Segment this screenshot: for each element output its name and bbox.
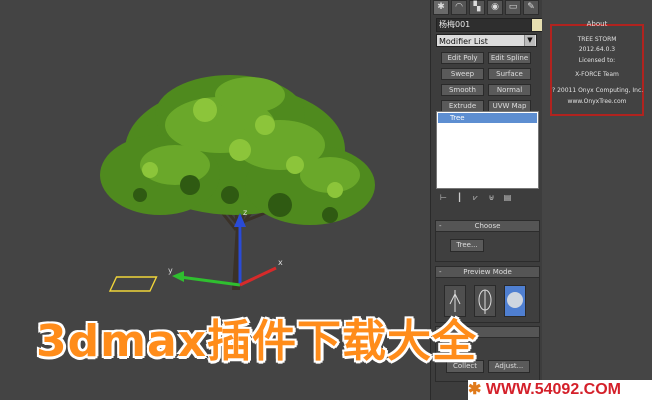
hierarchy-tab-icon[interactable]: ▚ bbox=[469, 0, 485, 15]
about-title: About bbox=[586, 20, 608, 28]
about-copyright: ? 20011 Onyx Computing, Inc. bbox=[552, 87, 644, 94]
configure-sets-icon[interactable]: ▤ bbox=[503, 193, 512, 203]
pin-stack-icon[interactable]: ⊢ bbox=[439, 193, 448, 203]
display-tab-icon[interactable]: ▭ bbox=[505, 0, 521, 15]
normal-button[interactable]: Normal bbox=[488, 84, 531, 96]
about-licensee: X-FORCE Team bbox=[575, 71, 619, 78]
about-version: 2012.64.0.3 bbox=[578, 46, 616, 53]
object-name-field[interactable]: 杨梅001 bbox=[436, 18, 532, 32]
preview-full-icon[interactable] bbox=[504, 285, 526, 317]
edit-poly-button[interactable]: Edit Poly bbox=[441, 52, 484, 64]
show-end-result-icon[interactable]: ┃ bbox=[455, 193, 464, 203]
surface-button[interactable]: Surface bbox=[488, 68, 531, 80]
about-website: www.OnyxTree.com bbox=[567, 98, 627, 105]
chevron-down-icon[interactable]: ▼ bbox=[524, 35, 535, 46]
watermark-title: 3dmax插件下载大全 bbox=[36, 316, 478, 367]
modify-tab-icon[interactable]: ◠ bbox=[451, 0, 467, 15]
utilities-tab-icon[interactable]: ✎ bbox=[523, 0, 539, 15]
site-url-watermark: ✱ WWW.54092.COM bbox=[468, 380, 652, 400]
modifier-list-dropdown[interactable]: Modifier List ▼ bbox=[436, 34, 537, 47]
about-box: About TREE STORM 2012.64.0.3 Licensed to… bbox=[550, 20, 644, 116]
gizmo-axis-x: x bbox=[278, 258, 283, 267]
gizmo-axis-y: y bbox=[168, 266, 173, 275]
adjust-button[interactable]: Adjust... bbox=[488, 360, 530, 373]
modifier-buttons: Edit Poly Edit Spline Sweep Surface Smoo… bbox=[441, 52, 531, 112]
choose-tree-button[interactable]: Tree... bbox=[450, 239, 484, 252]
sweep-button[interactable]: Sweep bbox=[441, 68, 484, 80]
site-url-text: WWW.54092.COM bbox=[485, 381, 621, 398]
preview-mode-header[interactable]: - Preview Mode bbox=[436, 267, 539, 278]
about-licensed-label: Licensed to: bbox=[578, 57, 616, 64]
preview-leaf-icon[interactable] bbox=[474, 285, 496, 317]
gizmo-axis-z: z bbox=[243, 208, 247, 217]
edit-spline-button[interactable]: Edit Spline bbox=[488, 52, 531, 64]
smooth-button[interactable]: Smooth bbox=[441, 84, 484, 96]
create-tab-icon[interactable]: ✱ bbox=[433, 0, 449, 15]
command-panel-tabs: ✱ ◠ ▚ ◉ ▭ ✎ bbox=[433, 0, 539, 15]
about-panel: About TREE STORM 2012.64.0.3 Licensed to… bbox=[542, 0, 652, 400]
modifier-list-label: Modifier List bbox=[439, 37, 488, 46]
motion-tab-icon[interactable]: ◉ bbox=[487, 0, 503, 15]
stack-item-tree[interactable]: Tree bbox=[438, 113, 537, 123]
choose-rollout: - Choose Tree... bbox=[435, 220, 540, 262]
preview-mode-title: Preview Mode bbox=[463, 268, 512, 276]
choose-rollout-title: Choose bbox=[474, 222, 501, 230]
tree-model[interactable]: y x z bbox=[80, 55, 390, 305]
make-unique-icon[interactable]: ⩗ bbox=[471, 193, 480, 203]
stack-toolbar: ⊢ ┃ ⩗ ⊎ ▤ bbox=[439, 193, 535, 205]
about-product: TREE STORM bbox=[577, 36, 617, 43]
choose-rollout-header[interactable]: - Choose bbox=[436, 221, 539, 232]
remove-modifier-icon[interactable]: ⊎ bbox=[487, 193, 496, 203]
modifier-stack[interactable]: Tree bbox=[436, 111, 539, 189]
